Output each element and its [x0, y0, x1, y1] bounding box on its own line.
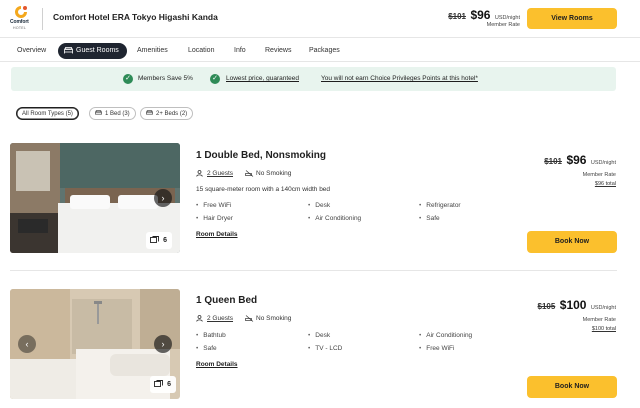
tab-reviews[interactable]: Reviews	[265, 43, 291, 59]
tab-overview[interactable]: Overview	[17, 43, 46, 59]
logo-subtext: HOTEL	[13, 26, 27, 30]
tab-info[interactable]: Info	[234, 43, 246, 59]
check-circle-icon: ✓	[210, 74, 220, 84]
hotel-nav-tabs: Overview Guest Rooms Amenities Location …	[0, 38, 640, 62]
gallery-icon	[154, 380, 163, 387]
amenity-item: Bathtub	[196, 332, 225, 339]
room-description: 15 square-meter room with a 140cm width …	[196, 186, 331, 193]
guest-icon	[196, 315, 203, 322]
filter-2-plus-beds-label: 2+ Beds (2)	[156, 111, 188, 117]
photo-count-badge[interactable]: 6	[150, 376, 176, 393]
amenity-item: Desk	[308, 202, 330, 209]
comfort-logo[interactable]: Comfort HOTEL	[10, 5, 34, 33]
no-smoking-icon	[245, 315, 254, 322]
bed-icon	[95, 110, 102, 115]
header-price: $101 $96 USD/night Member Rate	[440, 6, 520, 28]
member-benefits-banner: ✓ Members Save 5% ✓ Lowest price, guaran…	[11, 67, 616, 91]
guests-link[interactable]: 2 Guests	[207, 170, 233, 177]
room-title: 1 Queen Bed	[196, 295, 258, 306]
next-photo-button[interactable]: ›	[154, 189, 172, 207]
choice-privileges-link[interactable]: You will not earn Choice Privileges Poin…	[321, 75, 478, 82]
amenity-item: Safe	[196, 345, 216, 352]
price-total-link[interactable]: $96 total	[520, 181, 616, 187]
view-rooms-button[interactable]: View Rooms	[527, 8, 617, 29]
filter-1-bed[interactable]: 1 Bed (3)	[89, 107, 136, 120]
tab-guest-rooms[interactable]: Guest Rooms	[58, 43, 127, 59]
previous-photo-button[interactable]: ‹	[18, 335, 36, 353]
photo-count-badge[interactable]: 6	[146, 232, 172, 249]
room-price: $105 $100 USD/night Member Rate $100 tot…	[520, 296, 616, 332]
filter-all-room-types[interactable]: All Room Types (5)	[16, 107, 79, 120]
gallery-icon	[150, 236, 159, 243]
photo-count: 6	[167, 381, 171, 388]
room-title: 1 Double Bed, Nonsmoking	[196, 150, 327, 161]
room-photo[interactable]: › 6	[10, 143, 180, 253]
room-details-link[interactable]: Room Details	[196, 231, 238, 238]
price-unit: USD/night	[590, 305, 616, 311]
logo-text: Comfort	[10, 19, 29, 25]
old-price: $105	[537, 302, 556, 311]
check-circle-icon: ✓	[123, 74, 133, 84]
amenity-item: Air Conditioning	[308, 215, 361, 222]
photo-count: 6	[163, 237, 167, 244]
smoking-policy: No Smoking	[256, 315, 292, 322]
bed-icon	[64, 47, 73, 54]
amenity-item: Free WiFi	[196, 202, 231, 209]
old-price: $101	[544, 157, 562, 166]
member-price: $96	[566, 153, 587, 167]
smoking-policy: No Smoking	[256, 170, 292, 177]
filter-1-bed-label: 1 Bed (3)	[105, 111, 130, 117]
amenity-item: Hair Dryer	[196, 215, 233, 222]
tab-amenities[interactable]: Amenities	[137, 43, 168, 59]
book-now-button[interactable]: Book Now	[527, 376, 617, 398]
room-photo[interactable]: ‹ › 6	[10, 289, 180, 399]
amenity-item: Desk	[308, 332, 330, 339]
price-unit: USD/night	[590, 160, 616, 166]
book-now-button[interactable]: Book Now	[527, 231, 617, 253]
amenity-item: Free WiFi	[419, 345, 454, 352]
no-smoking-icon	[245, 170, 254, 177]
filter-2-plus-beds[interactable]: 2+ Beds (2)	[140, 107, 194, 120]
header-member-rate-label: Member Rate	[486, 22, 520, 28]
header-member-price: $96	[470, 8, 491, 22]
member-rate-label: Member Rate	[582, 172, 616, 178]
lowest-price-link[interactable]: Lowest price, guaranteed	[226, 75, 299, 82]
tab-packages[interactable]: Packages	[309, 43, 340, 59]
hotel-name: Comfort Hotel ERA Tokyo Higashi Kanda	[53, 12, 218, 22]
room-separator	[10, 270, 617, 271]
amenity-item: Refrigerator	[419, 202, 460, 209]
price-total-link[interactable]: $100 total	[520, 326, 616, 332]
tab-guest-rooms-label: Guest Rooms	[76, 47, 119, 54]
next-photo-button[interactable]: ›	[154, 335, 172, 353]
amenity-item: Safe	[419, 215, 439, 222]
room-price: $101 $96 USD/night Member Rate $96 total	[520, 151, 616, 187]
tab-location[interactable]: Location	[188, 43, 214, 59]
member-rate-label: Member Rate	[582, 317, 616, 323]
guest-icon	[196, 170, 203, 177]
members-save-text: Members Save 5%	[138, 75, 193, 82]
amenity-item: TV - LCD	[308, 345, 342, 352]
room-details-link[interactable]: Room Details	[196, 361, 238, 368]
member-price: $100	[559, 298, 587, 312]
header-price-unit: USD/night	[494, 15, 520, 21]
comfort-logo-mark-icon	[15, 6, 27, 18]
header-old-price: $101	[448, 12, 466, 21]
bed-icon	[146, 110, 153, 115]
guests-link[interactable]: 2 Guests	[207, 315, 233, 322]
site-header: Comfort HOTEL Comfort Hotel ERA Tokyo Hi…	[0, 0, 640, 38]
amenity-item: Air Conditioning	[419, 332, 472, 339]
header-divider	[42, 8, 43, 30]
